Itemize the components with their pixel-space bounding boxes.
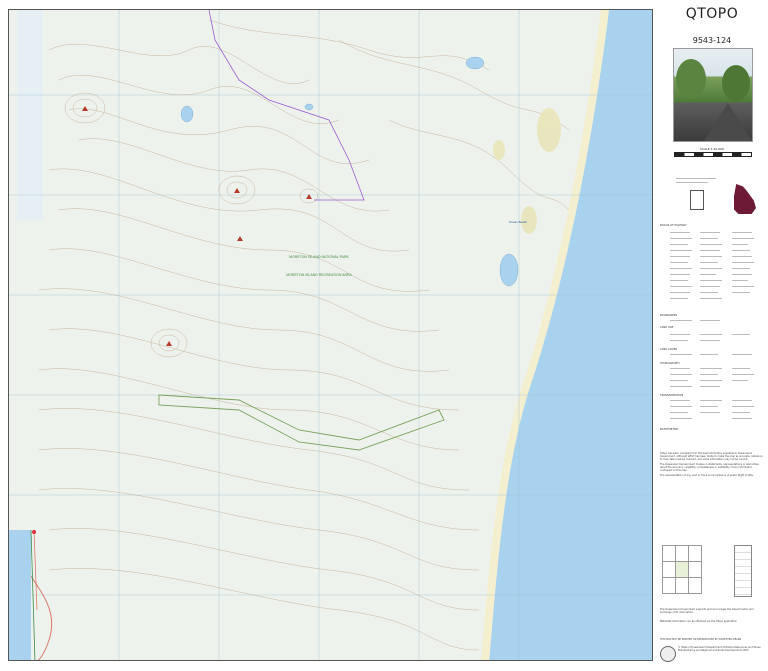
bay-water: [9, 530, 31, 660]
map-frame[interactable]: MORETON ISLAND NATIONAL PARK MORETON ISL…: [8, 9, 653, 661]
park-name-label: MORETON ISLAND NATIONAL PARK: [289, 255, 349, 259]
recreation-area-label: MORETON ISLAND RECREATION AREA: [286, 273, 352, 277]
map-notes: QTopo has been compiled from the best in…: [660, 452, 764, 479]
metadata-note: Metadata information can be obtained via…: [660, 620, 738, 623]
legend-section-roads: ROADS OF HIGHWAY: [660, 224, 687, 227]
map-fold-diagram: [734, 545, 752, 597]
sand-blow: [17, 10, 43, 220]
reproduction-note: THIS MAP MAY BE PRINTED OR REPRODUCED BY…: [660, 638, 742, 641]
beach-label: Ocean Beach: [509, 220, 528, 224]
sheet-number: 9543-124: [692, 36, 732, 45]
legend-section-bathymetric: BATHYMETRIC: [660, 428, 679, 431]
legend-section-transportation: TRANSPORTATION: [660, 394, 684, 397]
legend-section-land-cover: LAND COVER: [660, 348, 678, 351]
legend-panel: QTOPO 9543-124 SCALE 1:10,000 ROADS OF H…: [656, 0, 768, 671]
disclaimer-3: The representation of any road or track …: [660, 474, 754, 477]
scale-bar: [674, 152, 752, 157]
support-note: The Queensland Government supports and e…: [660, 608, 754, 614]
topographic-map[interactable]: MORETON ISLAND NATIONAL PARK MORETON ISL…: [9, 10, 653, 661]
cover-photo: [673, 48, 753, 142]
qld-government-logo: [660, 646, 676, 662]
brand-title: QTOPO: [685, 6, 739, 22]
adjoining-sheets-index: [662, 545, 702, 595]
disclaimer-1: QTopo has been compiled from the best in…: [660, 452, 763, 461]
legend-section-land-use: LAND USE: [660, 326, 674, 329]
scale-label: SCALE 1:10,000: [700, 147, 724, 151]
point-marker: [32, 530, 36, 534]
location-diagram: [672, 176, 732, 216]
copyright-note: © State of Queensland (Department of Nat…: [678, 646, 762, 652]
legend-section-hydrography: HYDROGRAPHY: [660, 362, 680, 365]
queensland-locator-map: [734, 184, 756, 214]
legend-symbols: ROADS OF HIGHWAY BOUNDARIES LAND USE LAN…: [660, 222, 764, 437]
legend-section-boundaries: BOUNDARIES: [660, 314, 678, 317]
disclaimer-2: The Queensland Government makes no state…: [660, 463, 759, 472]
